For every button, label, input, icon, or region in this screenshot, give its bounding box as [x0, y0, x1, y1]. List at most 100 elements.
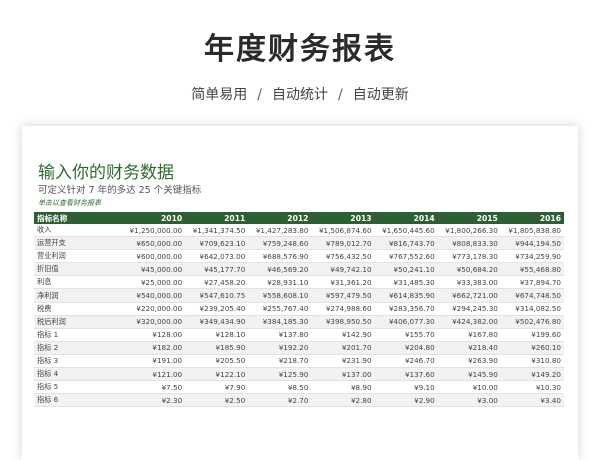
- cell-value[interactable]: ¥31,485.30: [374, 275, 438, 290]
- cell-value[interactable]: ¥1,805,838.80: [500, 224, 564, 238]
- cell-value[interactable]: ¥1,341,374.50: [185, 224, 249, 238]
- cell-value[interactable]: ¥2.30: [122, 393, 186, 408]
- cell-value[interactable]: ¥558,608.10: [248, 288, 312, 303]
- row-label[interactable]: 指标 5: [34, 380, 122, 395]
- cell-value[interactable]: ¥27,458.20: [185, 275, 249, 290]
- cell-value[interactable]: ¥145.90: [437, 367, 501, 382]
- cell-value[interactable]: ¥662,721.00: [437, 288, 501, 303]
- cell-value[interactable]: ¥37,894.70: [500, 275, 564, 290]
- cell-value[interactable]: ¥7.50: [122, 380, 186, 395]
- cell-value[interactable]: ¥204.80: [374, 341, 438, 355]
- cell-value[interactable]: ¥260.10: [500, 341, 564, 355]
- cell-value[interactable]: ¥149.20: [500, 367, 564, 382]
- cell-value[interactable]: ¥199.60: [500, 328, 564, 342]
- cell-value[interactable]: ¥167.80: [437, 328, 501, 342]
- cell-value[interactable]: ¥547,610.75: [185, 288, 249, 303]
- cell-value[interactable]: ¥1,250,000.00: [122, 224, 186, 238]
- cell-value[interactable]: ¥540,000.00: [122, 288, 186, 303]
- cell-value[interactable]: ¥218.40: [437, 341, 501, 355]
- cell-value[interactable]: ¥201.70: [311, 341, 375, 355]
- cell-value[interactable]: ¥10.00: [437, 380, 501, 395]
- row-label[interactable]: 指标 1: [34, 328, 122, 342]
- cell-value[interactable]: ¥314,082.50: [500, 302, 564, 316]
- row-label[interactable]: 指标 6: [34, 393, 122, 408]
- cell-value[interactable]: ¥283,356.70: [374, 302, 438, 316]
- cell-value[interactable]: ¥205.50: [185, 354, 249, 369]
- cell-value[interactable]: ¥424,382.00: [437, 315, 501, 329]
- row-label[interactable]: 收入: [34, 224, 122, 238]
- cell-value[interactable]: ¥3.00: [437, 393, 501, 408]
- cell-value[interactable]: ¥121.00: [122, 367, 186, 382]
- cell-value[interactable]: ¥55,468.80: [500, 262, 564, 277]
- cell-value[interactable]: ¥600,000.00: [122, 249, 186, 264]
- row-label[interactable]: 运营开支: [34, 236, 122, 251]
- cell-value[interactable]: ¥597,479.50: [311, 288, 375, 303]
- cell-value[interactable]: ¥1,427,283.80: [248, 224, 312, 238]
- cell-value[interactable]: ¥406,077.30: [374, 315, 438, 329]
- cell-value[interactable]: ¥25,000.00: [122, 275, 186, 290]
- cell-value[interactable]: ¥246.70: [374, 354, 438, 369]
- row-label[interactable]: 净利润: [34, 288, 122, 303]
- cell-value[interactable]: ¥816,743.70: [374, 236, 438, 251]
- row-label[interactable]: 指标 2: [34, 341, 122, 355]
- cell-value[interactable]: ¥128.10: [185, 328, 249, 342]
- cell-value[interactable]: ¥155.70: [374, 328, 438, 342]
- cell-value[interactable]: ¥8.50: [248, 380, 312, 395]
- cell-value[interactable]: ¥349,434.90: [185, 315, 249, 329]
- cell-value[interactable]: ¥137.00: [311, 367, 375, 382]
- cell-value[interactable]: ¥384,185.30: [248, 315, 312, 329]
- cell-value[interactable]: ¥398,950.50: [311, 315, 375, 329]
- cell-value[interactable]: ¥137.60: [374, 367, 438, 382]
- cell-value[interactable]: ¥767,552.60: [374, 249, 438, 264]
- cell-value[interactable]: ¥50,684.20: [437, 262, 501, 277]
- cell-value[interactable]: ¥137.80: [248, 328, 312, 342]
- cell-value[interactable]: ¥7.90: [185, 380, 249, 395]
- cell-value[interactable]: ¥759,248.60: [248, 236, 312, 251]
- cell-value[interactable]: ¥191.00: [122, 354, 186, 369]
- cell-value[interactable]: ¥1,506,874.60: [311, 224, 375, 238]
- cell-value[interactable]: ¥1,650,445.60: [374, 224, 438, 238]
- view-report-link[interactable]: 单击以查看财务报表: [38, 198, 101, 208]
- cell-value[interactable]: ¥28,931.10: [248, 275, 312, 290]
- cell-value[interactable]: ¥773,178.30: [437, 249, 501, 264]
- cell-value[interactable]: ¥218.70: [248, 354, 312, 369]
- cell-value[interactable]: ¥502,476.80: [500, 315, 564, 329]
- cell-value[interactable]: ¥320,000.00: [122, 315, 186, 329]
- cell-value[interactable]: ¥128.00: [122, 328, 186, 342]
- cell-value[interactable]: ¥2.70: [248, 393, 312, 408]
- cell-value[interactable]: ¥49,742.10: [311, 262, 375, 277]
- cell-value[interactable]: ¥142.90: [311, 328, 375, 342]
- row-label[interactable]: 折旧值: [34, 262, 122, 277]
- cell-value[interactable]: ¥33,383.00: [437, 275, 501, 290]
- cell-value[interactable]: ¥642,073.00: [185, 249, 249, 264]
- cell-value[interactable]: ¥9.10: [374, 380, 438, 395]
- cell-value[interactable]: ¥185.90: [185, 341, 249, 355]
- row-label[interactable]: 指标 4: [34, 367, 122, 382]
- cell-value[interactable]: ¥45,177.70: [185, 262, 249, 277]
- cell-value[interactable]: ¥239,205.40: [185, 302, 249, 316]
- row-label[interactable]: 利息: [34, 275, 122, 290]
- cell-value[interactable]: ¥122.10: [185, 367, 249, 382]
- cell-value[interactable]: ¥2.90: [374, 393, 438, 408]
- cell-value[interactable]: ¥2.50: [185, 393, 249, 408]
- cell-value[interactable]: ¥734,259.90: [500, 249, 564, 264]
- row-label[interactable]: 税费: [34, 302, 122, 316]
- cell-value[interactable]: ¥709,623.10: [185, 236, 249, 251]
- cell-value[interactable]: ¥263.90: [437, 354, 501, 369]
- cell-value[interactable]: ¥3.40: [500, 393, 564, 408]
- cell-value[interactable]: ¥46,569.20: [248, 262, 312, 277]
- cell-value[interactable]: ¥255,767.40: [248, 302, 312, 316]
- cell-value[interactable]: ¥220,000.00: [122, 302, 186, 316]
- row-label[interactable]: 指标 3: [34, 354, 122, 369]
- cell-value[interactable]: ¥650,000.00: [122, 236, 186, 251]
- cell-value[interactable]: ¥614,835.90: [374, 288, 438, 303]
- cell-value[interactable]: ¥294,245.30: [437, 302, 501, 316]
- cell-value[interactable]: ¥125.90: [248, 367, 312, 382]
- cell-value[interactable]: ¥944,194.50: [500, 236, 564, 251]
- cell-value[interactable]: ¥192.20: [248, 341, 312, 355]
- cell-value[interactable]: ¥674,748.50: [500, 288, 564, 303]
- cell-value[interactable]: ¥1,800,266.30: [437, 224, 501, 238]
- cell-value[interactable]: ¥31,361.20: [311, 275, 375, 290]
- cell-value[interactable]: ¥688,576.90: [248, 249, 312, 264]
- cell-value[interactable]: ¥10.30: [500, 380, 564, 395]
